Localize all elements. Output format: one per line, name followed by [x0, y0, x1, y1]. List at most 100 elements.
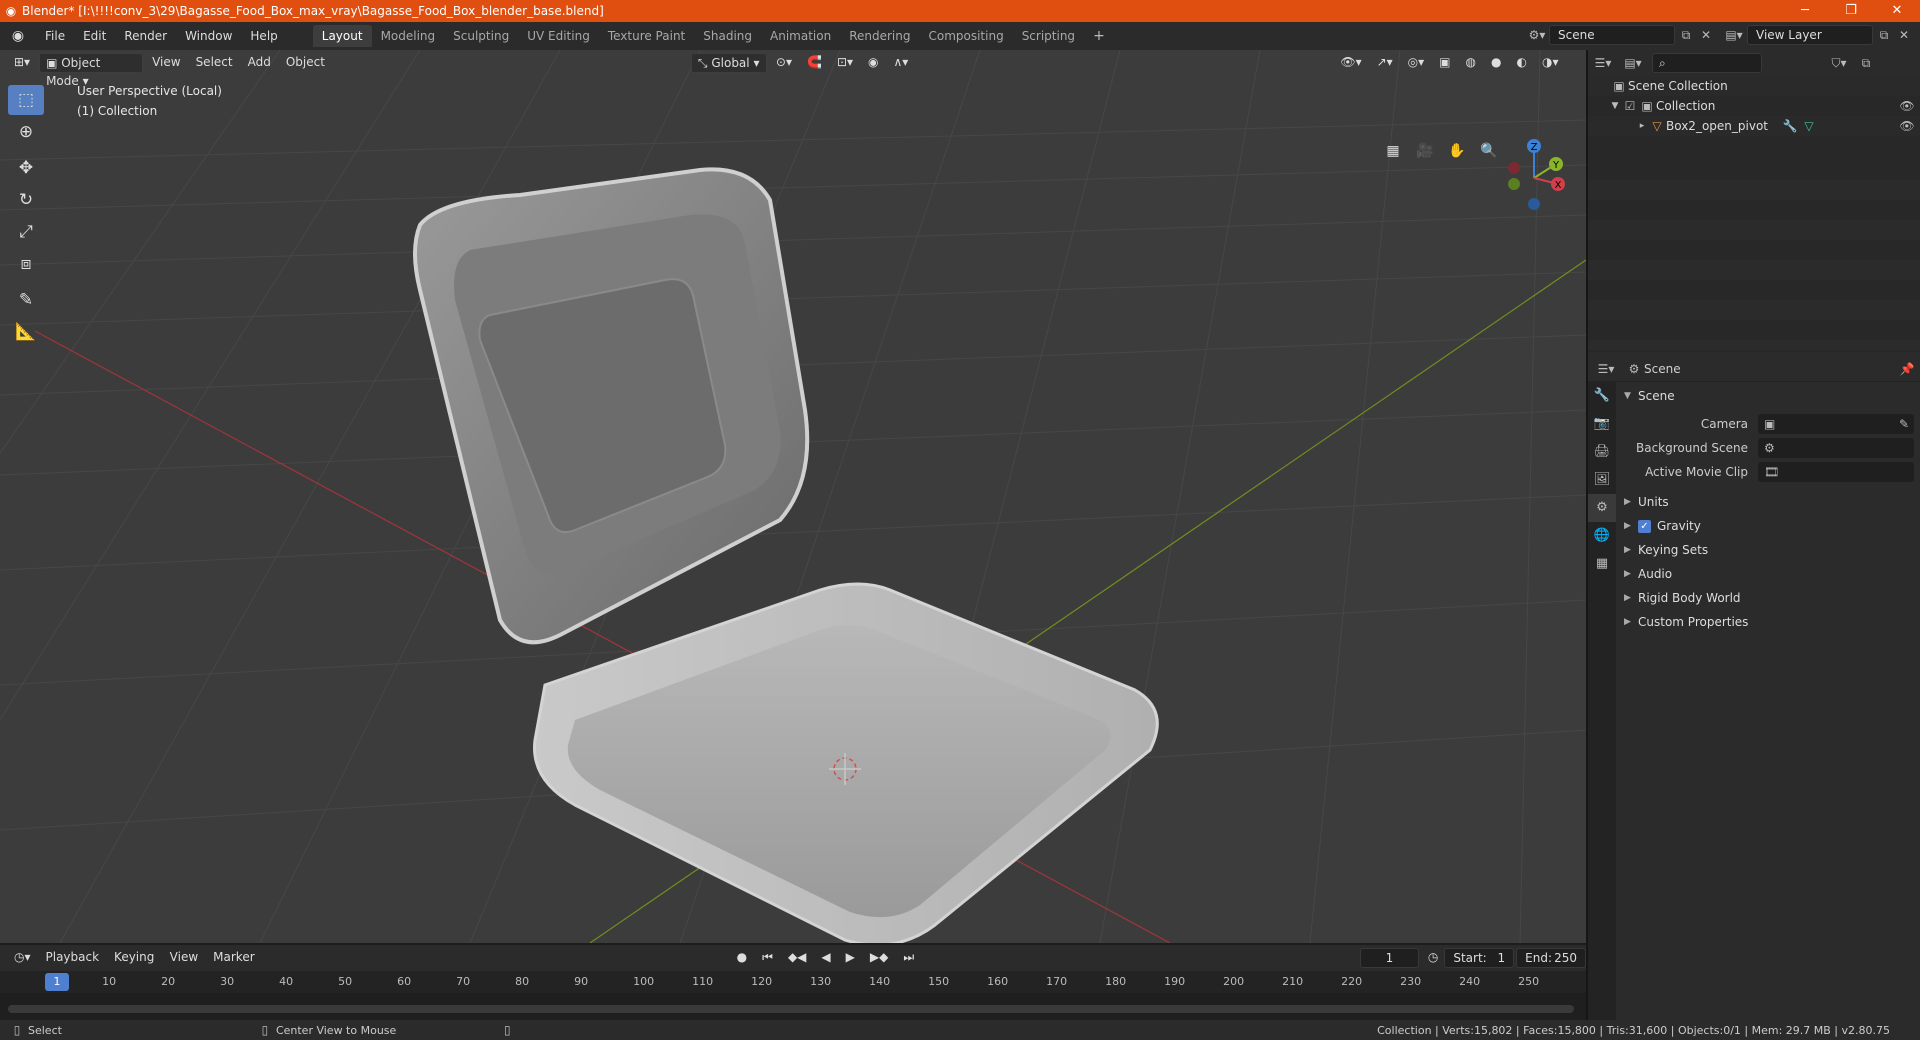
rotate-tool[interactable]: ↻	[8, 185, 44, 215]
menu-help[interactable]: Help	[241, 22, 286, 50]
render-tab-icon[interactable]: 📷	[1588, 410, 1616, 438]
overlay-toggle-icon[interactable]: ◎▾	[1402, 53, 1431, 73]
timeline-scrollbar[interactable]	[8, 1005, 1574, 1013]
solid-shading-icon[interactable]: ●	[1485, 53, 1507, 73]
editor-type-icon[interactable]: ⊞▾	[8, 53, 36, 73]
units-panel[interactable]: ▶ Units	[1618, 490, 1920, 514]
new-view-layer-icon[interactable]: ⧉	[1873, 28, 1895, 43]
material-shading-icon[interactable]: ◐	[1510, 53, 1532, 73]
tool-tab-icon[interactable]: 🔧	[1588, 382, 1616, 410]
gizmo-toggle-icon[interactable]: ↗▾	[1371, 53, 1399, 73]
scene-section-header[interactable]: ▼ Scene	[1618, 384, 1920, 408]
collection-expand-icon[interactable]: ▼	[1608, 101, 1622, 111]
menu-window[interactable]: Window	[176, 22, 241, 50]
tab-modeling[interactable]: Modeling	[372, 25, 445, 47]
tab-texture-paint[interactable]: Texture Paint	[599, 25, 694, 47]
eyedropper-icon[interactable]: ✎	[1894, 417, 1914, 431]
rendered-shading-icon[interactable]: ◑▾	[1536, 53, 1565, 73]
pin-icon[interactable]: 📌	[1894, 362, 1920, 376]
tab-uv-editing[interactable]: UV Editing	[518, 25, 599, 47]
background-scene-field[interactable]: ⚙	[1758, 438, 1914, 458]
tab-animation[interactable]: Animation	[761, 25, 840, 47]
snap-icon[interactable]: 🧲	[801, 53, 828, 73]
pan-hand-icon[interactable]: ✋	[1444, 138, 1470, 164]
play-reverse-icon[interactable]: ◀	[815, 948, 836, 968]
filter-icon[interactable]: ⛉▾	[1822, 56, 1856, 71]
cursor-tool[interactable]: ⊕	[8, 117, 44, 147]
measure-tool[interactable]: 📐	[8, 317, 44, 347]
menu-edit[interactable]: Edit	[74, 22, 115, 50]
transform-tool[interactable]: ⧈	[8, 249, 44, 279]
prev-keyframe-icon[interactable]: ◆◀	[782, 948, 812, 968]
properties-editor[interactable]: ☰▾ ⚙ Scene 📌 🔧 📷 🖨 🖼 ⚙ 🌐 ▦ ▼ Scene Camer…	[1588, 356, 1920, 1020]
outliner-row-scene-collection[interactable]: ▣ Scene Collection	[1588, 76, 1920, 96]
custom-properties-panel[interactable]: ▶ Custom Properties	[1618, 610, 1920, 634]
gravity-panel[interactable]: ▶ ✓ Gravity	[1618, 514, 1920, 538]
properties-editor-icon[interactable]: ☰▾	[1588, 362, 1624, 376]
jump-end-icon[interactable]: ⏭	[897, 948, 920, 968]
viewport-menu-add[interactable]: Add	[242, 53, 277, 73]
preview-range-icon[interactable]: ◷	[1422, 948, 1444, 968]
blender-menu-icon[interactable]: ◉	[0, 28, 36, 44]
timeline-menu-marker[interactable]: Marker	[207, 948, 260, 968]
timeline-editor[interactable]: ◷▾ Playback ▾ Keying ▾ View Marker ● ⏮ ◆…	[0, 945, 1586, 1020]
display-mode-icon[interactable]: ▤▾	[1618, 56, 1648, 70]
view-layer-field[interactable]: View Layer	[1747, 25, 1873, 45]
view-layer-tab-icon[interactable]: 🖼	[1588, 466, 1616, 494]
wireframe-shading-icon[interactable]: ◍	[1460, 53, 1482, 73]
menu-file[interactable]: File	[36, 22, 74, 50]
new-collection-icon[interactable]: ⧉	[1856, 56, 1876, 71]
outliner-row-object[interactable]: ▸ ▽ Box2_open_pivot 🔧 ▽ 👁	[1588, 116, 1920, 136]
start-frame-field[interactable]: Start: 1	[1444, 948, 1515, 968]
record-icon[interactable]: ●	[731, 948, 753, 968]
pivot-point-icon[interactable]: ⊙▾	[770, 53, 798, 73]
3d-viewport[interactable]: ⊞▾ ▣ Object Mode ▾ View Select Add Objec…	[0, 50, 1586, 943]
new-scene-icon[interactable]: ⧉	[1675, 28, 1697, 43]
timeline-menu-view[interactable]: View	[164, 948, 204, 968]
next-keyframe-icon[interactable]: ▶◆	[864, 948, 894, 968]
add-workspace-button[interactable]: +	[1084, 25, 1114, 47]
timeline-ruler[interactable]: 1102030405060708090100110120130140150160…	[0, 971, 1586, 993]
transform-orientation-dropdown[interactable]: ⤡ Global ▾	[690, 53, 767, 73]
tab-scripting[interactable]: Scripting	[1013, 25, 1084, 47]
tab-layout[interactable]: Layout	[312, 25, 372, 47]
viewport-menu-object[interactable]: Object	[280, 53, 331, 73]
outliner[interactable]: ☰▾ ▤▾ ⌕ ⛉▾ ⧉ ▣ Scene Collection ▼ ☑ ▣ Co…	[1588, 50, 1920, 352]
rigid-body-world-panel[interactable]: ▶ Rigid Body World	[1618, 586, 1920, 610]
object-mode-dropdown[interactable]: ▣ Object Mode ▾	[39, 53, 144, 88]
restore-button[interactable]: ❐	[1828, 0, 1874, 22]
remove-scene-icon[interactable]: ✕	[1697, 28, 1715, 42]
menu-render[interactable]: Render	[115, 22, 176, 50]
move-tool[interactable]: ✥	[8, 153, 44, 183]
scene-tab-icon[interactable]: ⚙	[1588, 494, 1616, 522]
falloff-icon[interactable]: ∧▾	[888, 53, 915, 73]
outliner-search-input[interactable]: ⌕	[1652, 53, 1762, 73]
scene-icon[interactable]: ⚙▾	[1525, 28, 1549, 42]
select-box-tool[interactable]: ⬚	[8, 85, 44, 115]
current-frame-field[interactable]: 1	[1360, 948, 1419, 968]
play-icon[interactable]: ▶	[840, 948, 861, 968]
timeline-menu-playback[interactable]: Playback ▾	[40, 948, 106, 982]
toggle-grid-icon[interactable]: ▦	[1380, 138, 1406, 164]
viewport-menu-view[interactable]: View	[146, 53, 186, 73]
modifier-wrench-icon[interactable]: 🔧	[1780, 119, 1800, 133]
viewport-canvas[interactable]	[0, 50, 1586, 943]
tab-shading[interactable]: Shading	[694, 25, 761, 47]
audio-panel[interactable]: ▶ Audio	[1618, 562, 1920, 586]
outliner-editor-icon[interactable]: ☰▾	[1588, 56, 1618, 70]
outliner-row-collection[interactable]: ▼ ☑ ▣ Collection 👁	[1588, 96, 1920, 116]
active-movie-clip-field[interactable]: 🎞	[1758, 462, 1914, 482]
remove-view-layer-icon[interactable]: ✕	[1895, 28, 1913, 42]
playhead[interactable]: 1	[45, 973, 69, 991]
timeline-editor-icon[interactable]: ◷▾	[8, 948, 37, 968]
texture-tab-icon[interactable]: ▦	[1588, 550, 1616, 578]
collection-checkbox-icon[interactable]: ☑	[1622, 99, 1638, 113]
jump-start-icon[interactable]: ⏮	[756, 948, 779, 968]
tab-sculpting[interactable]: Sculpting	[444, 25, 518, 47]
minimize-button[interactable]: ─	[1782, 0, 1828, 22]
tab-rendering[interactable]: Rendering	[840, 25, 919, 47]
output-tab-icon[interactable]: 🖨	[1588, 438, 1616, 466]
object-expand-icon[interactable]: ▸	[1636, 121, 1648, 131]
view-layer-icon[interactable]: ▤▾	[1721, 28, 1747, 42]
scale-tool[interactable]: ⤢	[8, 217, 44, 247]
